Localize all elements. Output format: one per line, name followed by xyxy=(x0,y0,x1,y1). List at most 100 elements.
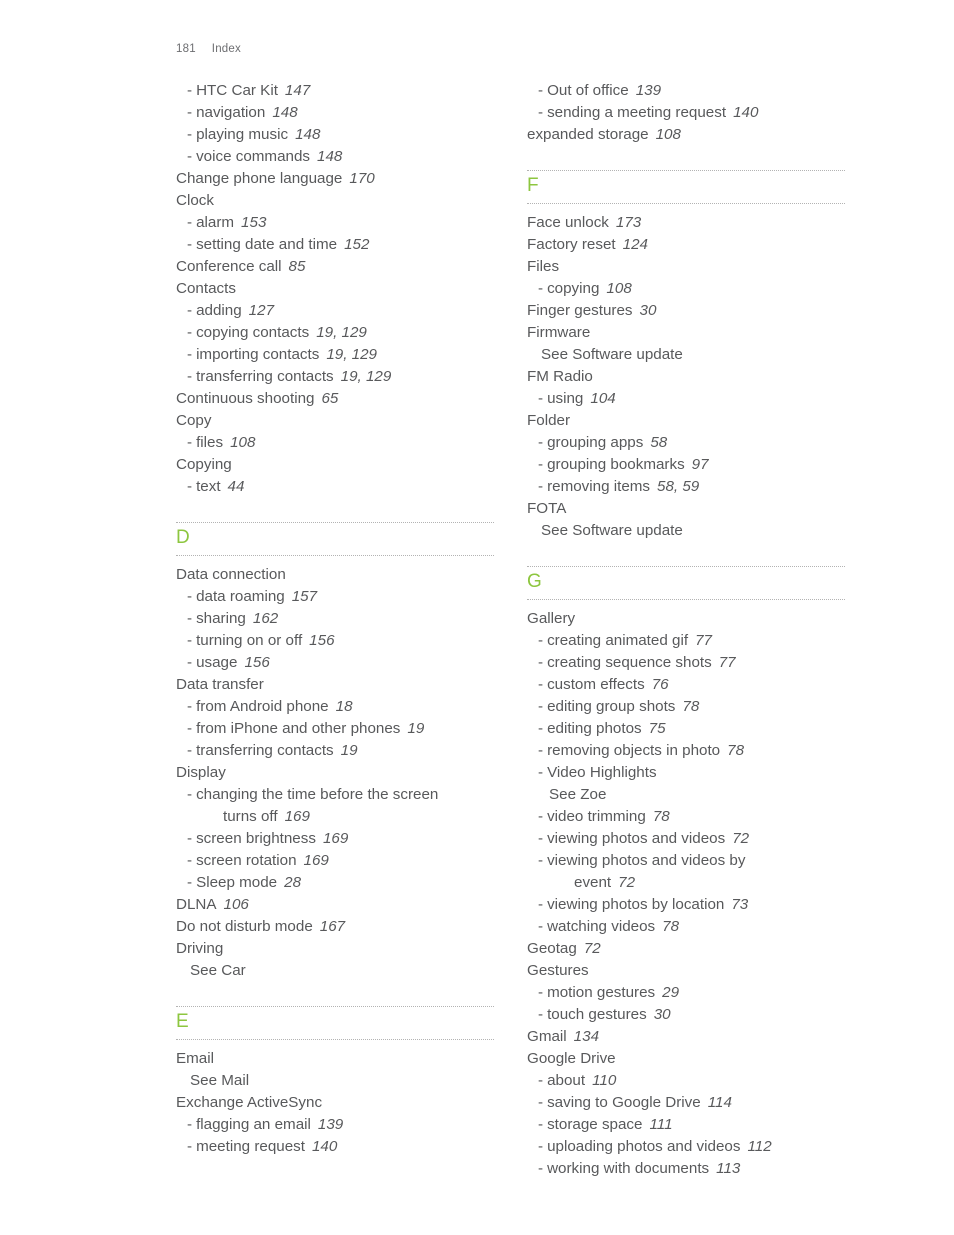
entry-label: Firmware xyxy=(527,324,591,341)
entry-label: sending a meeting request xyxy=(547,104,727,121)
entry-page-number: 78 xyxy=(662,918,680,935)
entry-label: Data transfer xyxy=(176,676,264,693)
index-entry-sub: - editing group shots 78 xyxy=(527,696,845,718)
index-entry-sub: - video trimming 78 xyxy=(527,806,845,828)
entry-label: Clock xyxy=(176,192,214,209)
entry-dash: - xyxy=(538,852,544,869)
index-entry-sub: - from iPhone and other phones 19 xyxy=(176,718,494,740)
index-entry-main: Conference call 85 xyxy=(176,256,494,278)
index-entry-sub: - usage 156 xyxy=(176,652,494,674)
entry-label: event xyxy=(574,874,612,891)
entry-page-number: 19, 129 xyxy=(316,324,367,341)
letter-rule-top xyxy=(527,566,845,567)
index-entry-sub: - importing contacts 19, 129 xyxy=(176,344,494,366)
entry-page-number: 134 xyxy=(573,1028,600,1045)
entry-label: custom effects xyxy=(547,676,645,693)
entry-dash: - xyxy=(187,610,193,627)
letter-rule-bottom xyxy=(527,599,845,600)
index-entry-continuation: turns off 169 xyxy=(176,806,494,828)
entry-dash: - xyxy=(538,742,544,759)
index-entry-sub: - creating animated gif 77 xyxy=(527,630,845,652)
entry-label: removing objects in photo xyxy=(547,742,721,759)
page-number: 181 xyxy=(176,43,196,55)
entry-label: files xyxy=(196,434,224,451)
index-entry-sub: - editing photos 75 xyxy=(527,718,845,740)
entry-dash: - xyxy=(187,104,193,121)
entry-page-number: 169 xyxy=(303,852,329,869)
letter-group-continued: - Out of office 139 - sending a meeting requ… xyxy=(527,80,845,146)
index-entry-main: Folder xyxy=(527,410,845,432)
entry-dash: - xyxy=(187,632,193,649)
letter-rule-top xyxy=(176,1006,494,1007)
entry-label: flagging an email xyxy=(196,1116,311,1133)
index-entry-main: Do not disturb mode 167 xyxy=(176,916,494,938)
index-entry-sub: - custom effects 76 xyxy=(527,674,845,696)
entry-dash: - xyxy=(187,478,193,495)
entry-label: Sleep mode xyxy=(196,874,278,891)
entry-label: from iPhone and other phones xyxy=(196,720,401,737)
entry-dash: - xyxy=(538,82,544,99)
entry-label: Copying xyxy=(176,456,232,473)
entry-label: Exchange ActiveSync xyxy=(176,1094,323,1111)
entry-dash: - xyxy=(538,764,544,781)
entry-label: Driving xyxy=(176,940,224,957)
entry-label: Copy xyxy=(176,412,212,429)
entry-page-number: 147 xyxy=(284,82,311,99)
entry-label: Data connection xyxy=(176,566,286,583)
entry-label: See Software update xyxy=(541,346,683,363)
entry-label: Face unlock xyxy=(527,214,609,231)
page-header: 181 Index xyxy=(176,43,241,55)
entry-page-number: 104 xyxy=(590,390,616,407)
entry-page-number: 167 xyxy=(319,918,346,935)
index-entry-sub: - using 104 xyxy=(527,388,845,410)
index-entry-main: Google Drive xyxy=(527,1048,845,1070)
entry-label: turns off xyxy=(223,808,278,825)
index-entry-sub: - removing items 58, 59 xyxy=(527,476,845,498)
entry-page-number: 108 xyxy=(655,126,681,143)
entry-dash: - xyxy=(538,1138,544,1155)
entry-page-number: 140 xyxy=(733,104,759,121)
entry-dash: - xyxy=(538,698,544,715)
entry-page-number: 170 xyxy=(349,170,375,187)
entry-label: using xyxy=(547,390,584,407)
entry-label: uploading photos and videos xyxy=(547,1138,741,1155)
index-entry-sub: - voice commands 148 xyxy=(176,146,494,168)
index-entry-sub: - alarm 153 xyxy=(176,212,494,234)
entry-label: working with documents xyxy=(547,1160,710,1177)
entry-label: watching videos xyxy=(547,918,656,935)
entry-label: Google Drive xyxy=(527,1050,616,1067)
entry-page-number: 111 xyxy=(649,1116,673,1133)
entry-dash: - xyxy=(538,390,544,407)
letter-heading: D xyxy=(176,522,494,560)
index-entry-sub: - changing the time before the screen xyxy=(176,784,494,806)
entry-page-number: 73 xyxy=(731,896,749,913)
entry-dash: - xyxy=(187,874,193,891)
entry-label: See Mail xyxy=(190,1072,250,1089)
letter-heading: E xyxy=(176,1006,494,1044)
entry-label: screen rotation xyxy=(196,852,297,869)
entry-page-number: 153 xyxy=(241,214,267,231)
letter-rule-top xyxy=(176,522,494,523)
entry-dash: - xyxy=(538,434,544,451)
index-entry-main: DLNA 106 xyxy=(176,894,494,916)
entry-page-number: 44 xyxy=(227,478,245,495)
index-column-left: - HTC Car Kit 147- navigation 148- playing mu… xyxy=(176,80,494,1158)
entry-page-number: 78 xyxy=(652,808,670,825)
entry-page-number: 127 xyxy=(248,302,275,319)
entry-page-number: 29 xyxy=(662,984,680,1001)
index-entry-main: Copying xyxy=(176,454,494,476)
entry-label: viewing photos and videos by xyxy=(547,852,746,869)
entry-page-number: 76 xyxy=(651,676,669,693)
entry-page-number: 152 xyxy=(344,236,370,253)
entry-label: text xyxy=(196,478,221,495)
entry-page-number: 78 xyxy=(727,742,745,759)
entry-page-number: 19 xyxy=(407,720,425,737)
entry-page-number: 75 xyxy=(648,720,666,737)
index-entry-sub: - touch gestures 30 xyxy=(527,1004,845,1026)
entry-dash: - xyxy=(187,368,193,385)
entry-label: copying xyxy=(547,280,600,297)
entry-label: creating animated gif xyxy=(547,632,689,649)
index-entry-sub: - sending a meeting request 140 xyxy=(527,102,845,124)
entry-label: removing items xyxy=(547,478,651,495)
letter-heading: F xyxy=(527,170,845,208)
